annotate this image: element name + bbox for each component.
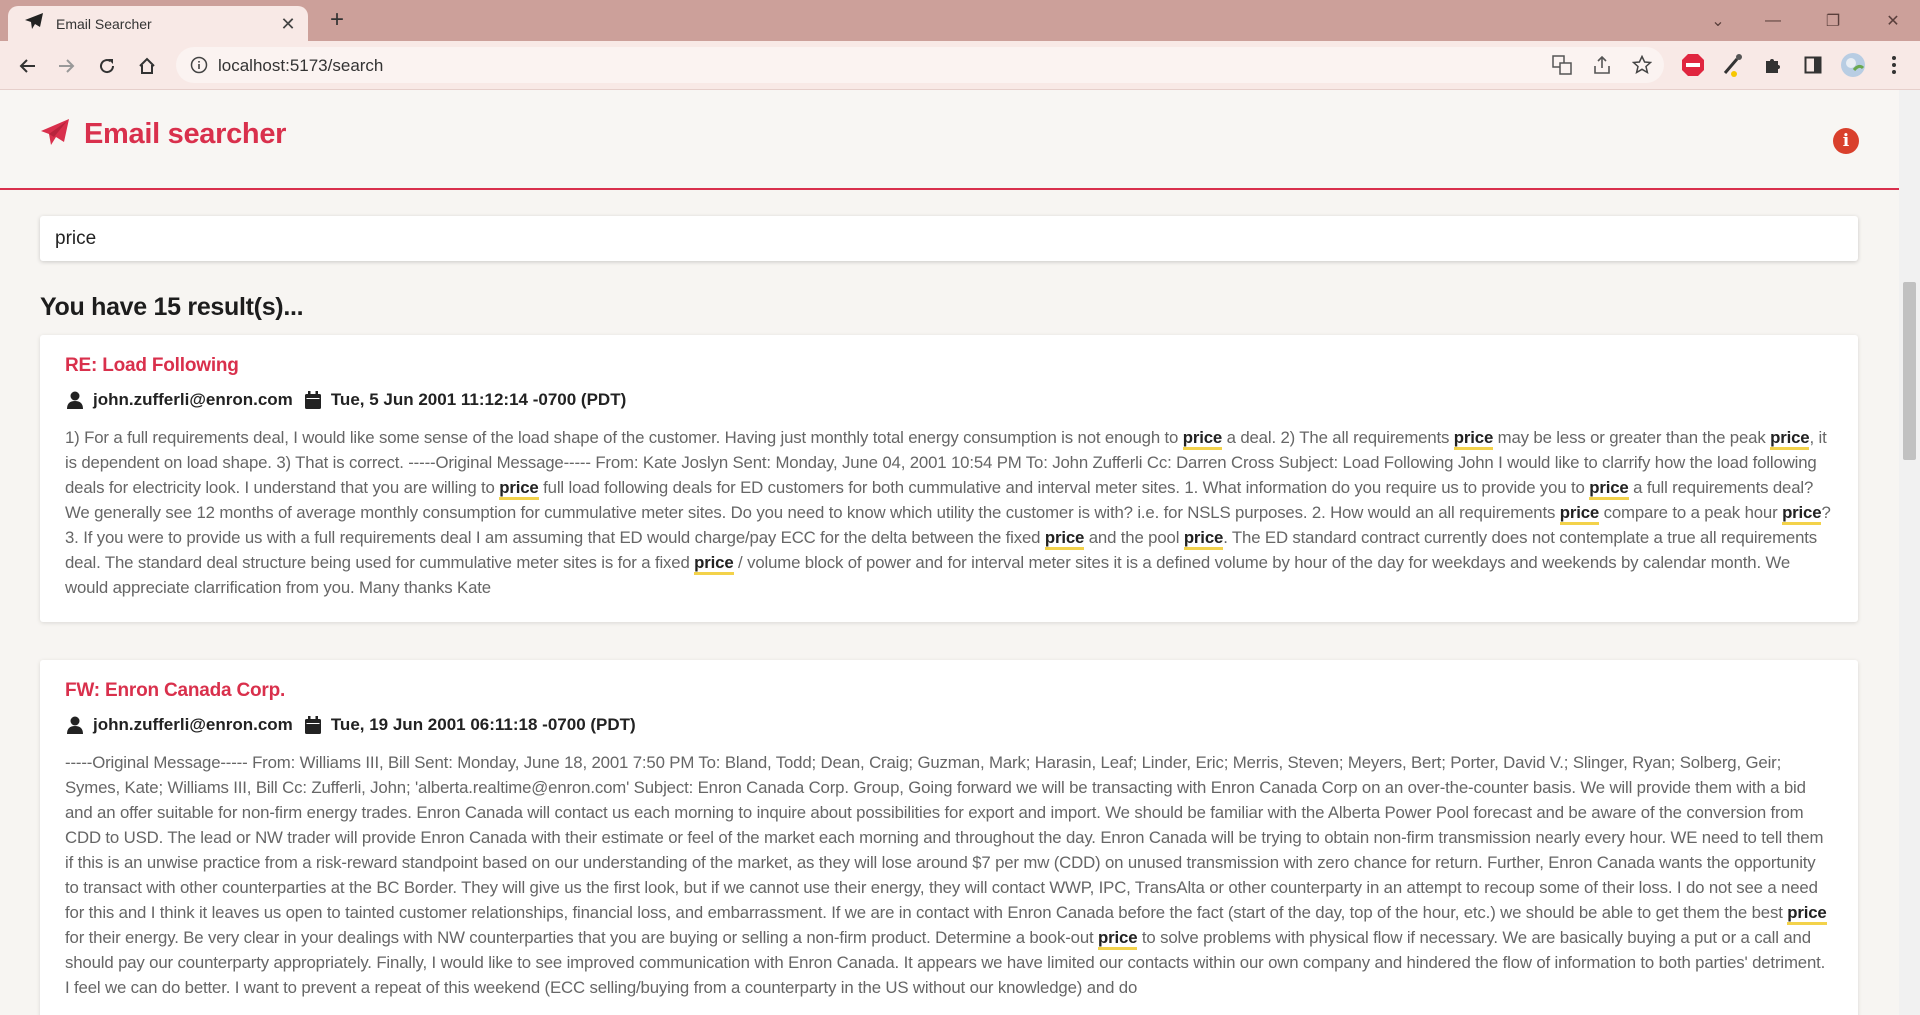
search-term-highlight: price <box>499 478 539 500</box>
email-subject[interactable]: FW: Enron Canada Corp. <box>65 680 1833 702</box>
extensions-puzzle-icon[interactable] <box>1759 51 1787 79</box>
page-viewport: Email searcher i You have 15 result(s)..… <box>0 90 1899 1015</box>
side-panel-icon[interactable] <box>1799 51 1827 79</box>
close-window-button[interactable]: ✕ <box>1870 0 1916 41</box>
results-count-heading: You have 15 result(s)... <box>40 293 304 321</box>
email-body: -----Original Message----- From: William… <box>65 753 1827 997</box>
scrollbar-thumb[interactable] <box>1903 282 1916 460</box>
new-tab-button[interactable]: + <box>322 8 352 34</box>
browser-tab[interactable]: Email Searcher ✕ <box>8 6 308 41</box>
paper-plane-icon <box>24 12 44 35</box>
email-subject[interactable]: RE: Load Following <box>65 355 1833 377</box>
search-field[interactable] <box>40 216 1858 261</box>
email-sender: john.zufferli@enron.com <box>93 390 293 409</box>
info-icon[interactable]: i <box>1833 128 1859 154</box>
brand: Email searcher <box>40 118 286 151</box>
search-term-highlight: price <box>1182 428 1222 450</box>
user-icon <box>65 389 85 411</box>
home-button[interactable] <box>131 50 163 82</box>
tab-title: Email Searcher <box>56 15 152 32</box>
user-icon <box>65 714 85 736</box>
adblock-icon[interactable] <box>1679 51 1707 79</box>
app-header: Email searcher i <box>0 90 1899 190</box>
share-icon[interactable] <box>1590 53 1614 77</box>
email-meta: john.zufferli@enron.com Tue, 19 Jun 2001… <box>65 714 1833 736</box>
paper-plane-icon <box>40 118 70 151</box>
forward-button[interactable] <box>51 50 83 82</box>
bookmark-star-icon[interactable] <box>1630 53 1654 77</box>
profile-avatar-icon[interactable] <box>1839 51 1867 79</box>
restore-button[interactable]: ❐ <box>1810 0 1856 41</box>
result-card[interactable]: RE: Load Following john.zufferli@enron.c… <box>40 335 1858 622</box>
email-body: 1) For a full requirements deal, I would… <box>65 428 1831 597</box>
calendar-icon <box>303 389 323 411</box>
search-term-highlight: price <box>1183 528 1223 550</box>
search-term-highlight: price <box>694 553 734 575</box>
search-term-highlight: price <box>1453 428 1493 450</box>
email-date: Tue, 5 Jun 2001 11:12:14 -0700 (PDT) <box>330 390 627 409</box>
browser-menu-icon[interactable] <box>1880 51 1908 79</box>
address-bar[interactable]: localhost:5173/search <box>176 47 1664 83</box>
site-info-icon[interactable] <box>190 56 208 74</box>
browser-toolbar: localhost:5173/search <box>0 41 1920 90</box>
search-term-highlight: price <box>1782 503 1822 525</box>
translate-icon[interactable] <box>1550 53 1574 77</box>
calendar-icon <box>303 714 323 736</box>
url-text: localhost:5173/search <box>218 56 384 75</box>
email-sender: john.zufferli@enron.com <box>93 715 293 734</box>
scrollbar-track[interactable] <box>1899 90 1920 1015</box>
search-term-highlight: price <box>1098 928 1138 950</box>
email-meta: john.zufferli@enron.com Tue, 5 Jun 2001 … <box>65 389 1833 411</box>
search-term-highlight: price <box>1770 428 1810 450</box>
browser-tab-bar: Email Searcher ✕ + ⌄ — ❐ ✕ <box>0 0 1920 41</box>
tab-search-icon[interactable]: ⌄ <box>1695 0 1741 41</box>
search-term-highlight: price <box>1787 903 1827 925</box>
reload-button[interactable] <box>91 50 123 82</box>
tab-close-icon[interactable]: ✕ <box>278 14 298 34</box>
search-input[interactable] <box>40 216 1858 261</box>
search-term-highlight: price <box>1044 528 1084 550</box>
app-title: Email searcher <box>84 118 287 150</box>
result-card[interactable]: FW: Enron Canada Corp. john.zufferli@enr… <box>40 660 1858 1015</box>
email-date: Tue, 19 Jun 2001 06:11:18 -0700 (PDT) <box>330 715 636 734</box>
search-term-highlight: price <box>1559 503 1599 525</box>
back-button[interactable] <box>11 50 43 82</box>
color-picker-extension-icon[interactable] <box>1719 51 1747 79</box>
search-term-highlight: price <box>1589 478 1629 500</box>
minimize-button[interactable]: — <box>1750 0 1796 41</box>
